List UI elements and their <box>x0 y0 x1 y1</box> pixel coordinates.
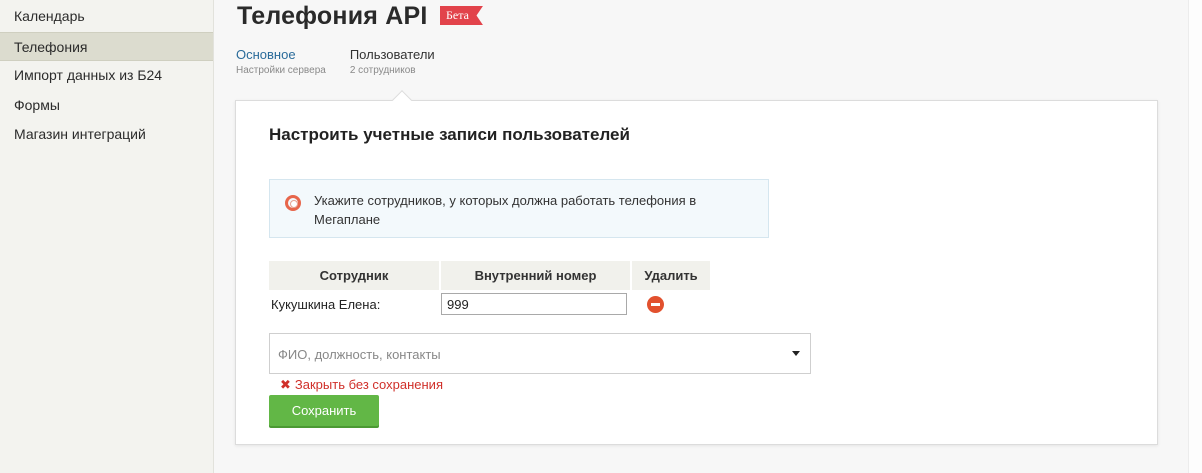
tab-users-label: Пользователи <box>349 47 435 62</box>
sidebar-item-telephony[interactable]: Телефония <box>0 31 213 61</box>
tab-users-sublabel: 2 сотрудников <box>349 65 416 76</box>
sidebar-item-forms[interactable]: Формы <box>0 91 213 121</box>
close-icon: ✖ <box>280 377 291 392</box>
employee-name: Кукушкина Елена: <box>271 296 381 312</box>
main-content: Телефония API Бета Основное Настройки се… <box>214 0 1202 473</box>
sidebar-item-import-b24[interactable]: Импорт данных из Б24 <box>0 61 213 91</box>
extension-number-input[interactable] <box>441 293 627 315</box>
tabs: Основное Настройки сервера Пользователи … <box>236 47 435 76</box>
employee-search-placeholder: ФИО, должность, контакты <box>278 347 441 362</box>
extension-cell <box>440 290 631 318</box>
users-settings-card: Настроить учетные записи пользователей У… <box>235 90 1158 445</box>
column-header-employee: Сотрудник <box>269 261 440 290</box>
card-title: Настроить учетные записи пользователей <box>269 125 630 144</box>
card-pointer <box>392 90 412 110</box>
tab-users[interactable]: Пользователи 2 сотрудников <box>350 47 435 76</box>
sidebar-item-integrations-store[interactable]: Магазин интеграций <box>0 120 213 150</box>
lifebuoy-icon <box>285 195 301 211</box>
users-table: Сотрудник Внутренний номер Удалить Кукуш… <box>269 261 710 318</box>
table-header-row: Сотрудник Внутренний номер Удалить <box>269 261 710 290</box>
beta-badge: Бета <box>440 6 483 25</box>
sidebar: Календарь Телефония Импорт данных из Б24… <box>0 0 214 473</box>
sidebar-menu: Календарь Телефония Импорт данных из Б24… <box>0 2 213 150</box>
info-box: Укажите сотрудников, у которых должна ра… <box>269 179 769 238</box>
tab-general[interactable]: Основное Настройки сервера <box>236 47 326 76</box>
info-text: Укажите сотрудников, у которых должна ра… <box>314 193 697 227</box>
employee-cell: Кукушкина Елена: <box>269 290 440 318</box>
close-without-saving-link[interactable]: ✖ Закрыть без сохранения <box>280 377 443 393</box>
sidebar-item-calendar[interactable]: Календарь <box>0 2 213 32</box>
caret-down-icon <box>792 351 800 356</box>
right-frame-edge <box>1188 0 1202 473</box>
close-link-label: Закрыть без сохранения <box>294 377 443 392</box>
delete-cell <box>631 290 710 318</box>
column-header-delete: Удалить <box>630 261 710 290</box>
page-title: Телефония API <box>237 2 428 30</box>
remove-icon[interactable] <box>647 295 664 313</box>
tab-general-sublabel: Настройки сервера <box>236 65 326 76</box>
column-header-extension: Внутренний номер <box>439 261 631 290</box>
tab-general-label: Основное <box>236 47 296 62</box>
employee-search-select[interactable]: ФИО, должность, контакты <box>269 333 811 374</box>
save-button[interactable]: Сохранить <box>269 395 379 426</box>
table-row: Кукушкина Елена: <box>269 290 710 318</box>
